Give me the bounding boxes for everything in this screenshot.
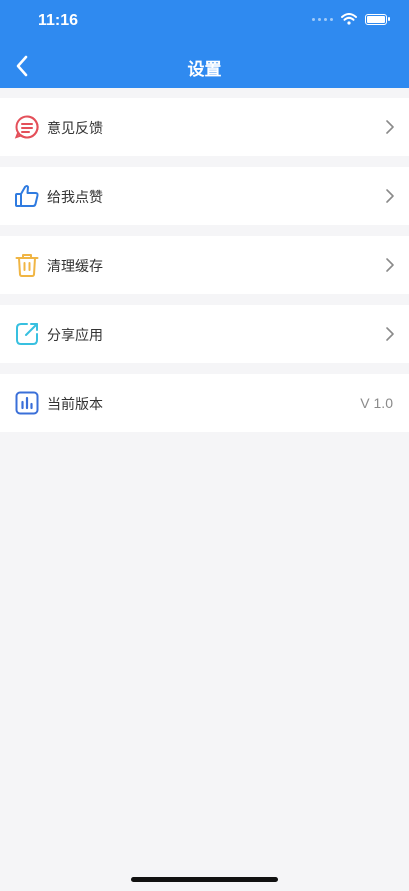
trash-icon xyxy=(15,254,39,277)
header: 11:16 设置 xyxy=(0,0,409,88)
chevron-right-icon xyxy=(386,258,394,272)
settings-item-share[interactable]: 分享应用 xyxy=(0,305,409,363)
settings-item-version: 当前版本 V 1.0 xyxy=(0,374,409,432)
page-title: 设置 xyxy=(187,60,222,80)
chevron-right-icon xyxy=(386,189,394,203)
status-icons xyxy=(312,13,390,25)
settings-item-label: 清理缓存 xyxy=(47,259,103,275)
settings-item-label: 当前版本 xyxy=(47,397,103,413)
settings-item-label: 给我点赞 xyxy=(47,190,103,206)
chevron-right-icon xyxy=(386,120,394,134)
thumbs-up-icon xyxy=(15,185,39,207)
status-time: 11:16 xyxy=(38,12,79,29)
wifi-icon xyxy=(341,13,357,25)
feedback-icon xyxy=(14,115,39,139)
share-icon xyxy=(16,323,38,345)
settings-item-like[interactable]: 给我点赞 xyxy=(0,167,409,225)
battery-icon xyxy=(365,13,390,25)
nav-bar: 设置 xyxy=(0,44,409,88)
chevron-right-icon xyxy=(386,327,394,341)
cellular-signal-icon xyxy=(312,17,333,21)
settings-list: 意见反馈 给我点赞 清理缓存 分享应用 当前版本 V 1.0 xyxy=(0,98,409,443)
settings-item-clear-cache[interactable]: 清理缓存 xyxy=(0,236,409,294)
version-chart-icon xyxy=(15,391,39,415)
settings-item-label: 分享应用 xyxy=(47,328,103,344)
version-value: V 1.0 xyxy=(360,395,393,411)
settings-item-label: 意见反馈 xyxy=(47,121,103,137)
home-indicator[interactable] xyxy=(131,877,278,882)
settings-item-feedback[interactable]: 意见反馈 xyxy=(0,98,409,156)
